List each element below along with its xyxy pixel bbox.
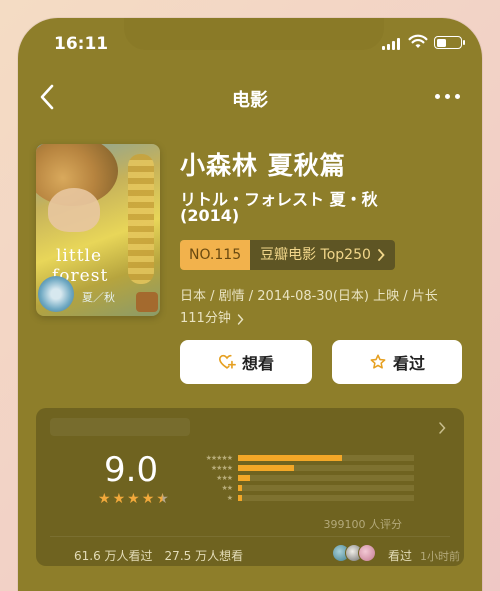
chevron-right-icon xyxy=(378,249,385,261)
rating-bar-track xyxy=(238,475,414,481)
rating-bar-fill xyxy=(238,455,342,461)
battery-icon xyxy=(434,36,465,49)
watched-label: 看过 xyxy=(392,354,425,373)
rating-stars: ★ ★ ★ ★ ★ xyxy=(98,492,169,506)
rating-bar-track xyxy=(238,455,414,461)
rating-score: 9.0 xyxy=(104,450,159,490)
rating-distribution: ★★★★★ ★★★★ ★★★ ★★ ★ xyxy=(194,453,414,503)
friend-action: 看过 xyxy=(388,549,413,563)
star-icon: ★ xyxy=(127,491,140,507)
chevron-right-icon[interactable] xyxy=(438,422,446,434)
chevron-right-icon xyxy=(237,313,244,325)
rating-card[interactable]: 9.0 ★ ★ ★ ★ ★ ★★★★★ ★★★★ ★★★ ★★ ★ 399100 人评分… xyxy=(36,408,464,566)
rank-list-link[interactable]: 豆瓣电影 Top250 xyxy=(250,240,395,270)
status-time: 16:11 xyxy=(54,34,109,54)
want-count: 27.5 万人想看 xyxy=(164,549,244,563)
movie-poster[interactable]: little forest 夏／秋 xyxy=(36,144,160,316)
rating-card-header xyxy=(50,418,190,436)
rating-bar-fill xyxy=(238,465,294,471)
watched-button[interactable]: 看过 xyxy=(332,340,462,384)
signal-icon xyxy=(382,38,400,50)
rating-count: 399100 人评分 xyxy=(323,518,403,531)
want-to-watch-label: 想看 xyxy=(241,354,274,373)
poster-subtitle: 夏／秋 xyxy=(82,291,115,304)
rating-row-5-star: ★★★★★ xyxy=(194,453,414,463)
rating-row-stars-icon: ★★★★★ xyxy=(205,454,233,462)
seen-count: 61.6 万人看过 xyxy=(74,549,153,563)
notch xyxy=(124,18,384,50)
rank-list-label: 豆瓣电影 Top250 xyxy=(260,247,371,263)
star-outline-icon xyxy=(370,354,386,369)
movie-year: (2014) xyxy=(180,206,240,225)
phone-screen: 16:11 电影 little forest 夏／秋 小森林 夏秋篇 リトル・フ… xyxy=(18,18,482,591)
poster-title-line1: little xyxy=(56,246,103,266)
rating-row-2-star: ★★ xyxy=(194,483,414,493)
page-title: 电影 xyxy=(232,90,268,111)
rating-bar-track xyxy=(238,465,414,471)
nav-bar: 电影 xyxy=(18,80,482,116)
rating-bar-fill xyxy=(238,475,250,481)
rating-row-1-star: ★ xyxy=(194,493,414,503)
watch-stats: 61.6 万人看过 27.5 万人想看 xyxy=(74,547,243,564)
rating-row-stars-icon: ★★★★ xyxy=(210,464,233,472)
rating-row-stars-icon: ★★ xyxy=(221,484,233,492)
rating-row-4-star: ★★★★ xyxy=(194,463,414,473)
heart-plus-icon xyxy=(218,354,236,369)
rank-number: NO.115 xyxy=(180,240,251,270)
rating-bar-fill xyxy=(238,485,242,491)
friend-avatars[interactable] xyxy=(332,544,376,562)
rating-bar-fill xyxy=(238,495,242,501)
friend-time: 1小时前 xyxy=(420,550,460,563)
rating-row-3-star: ★★★ xyxy=(194,473,414,483)
rating-row-stars-icon: ★★★ xyxy=(216,474,233,482)
movie-title: 小森林 夏秋篇 xyxy=(180,151,346,180)
movie-meta[interactable]: 日本 / 剧情 / 2014-08-30(日本) 上映 / 片长 111分钟 xyxy=(180,286,468,330)
avatar xyxy=(358,544,376,562)
rating-bar-track xyxy=(238,485,414,491)
star-icon: ★ xyxy=(112,491,126,507)
want-to-watch-button[interactable]: 想看 xyxy=(180,340,312,384)
star-icon: ★ xyxy=(141,491,155,507)
divider xyxy=(50,536,450,537)
meta-line-1: 日本 / 剧情 / 2014-08-30(日本) 上映 / 片长 xyxy=(180,289,438,304)
rating-bar-track xyxy=(238,495,414,501)
meta-line-2: 111分钟 xyxy=(180,311,231,326)
rating-row-stars-icon: ★ xyxy=(226,494,233,502)
star-icon: ★ xyxy=(98,491,111,507)
top250-rank-badge[interactable]: NO.115 豆瓣电影 Top250 xyxy=(180,240,395,270)
half-star-icon: ★ xyxy=(156,491,169,507)
wifi-icon xyxy=(408,34,428,48)
status-bar: 16:11 xyxy=(18,18,482,74)
more-options-icon[interactable] xyxy=(435,94,460,99)
